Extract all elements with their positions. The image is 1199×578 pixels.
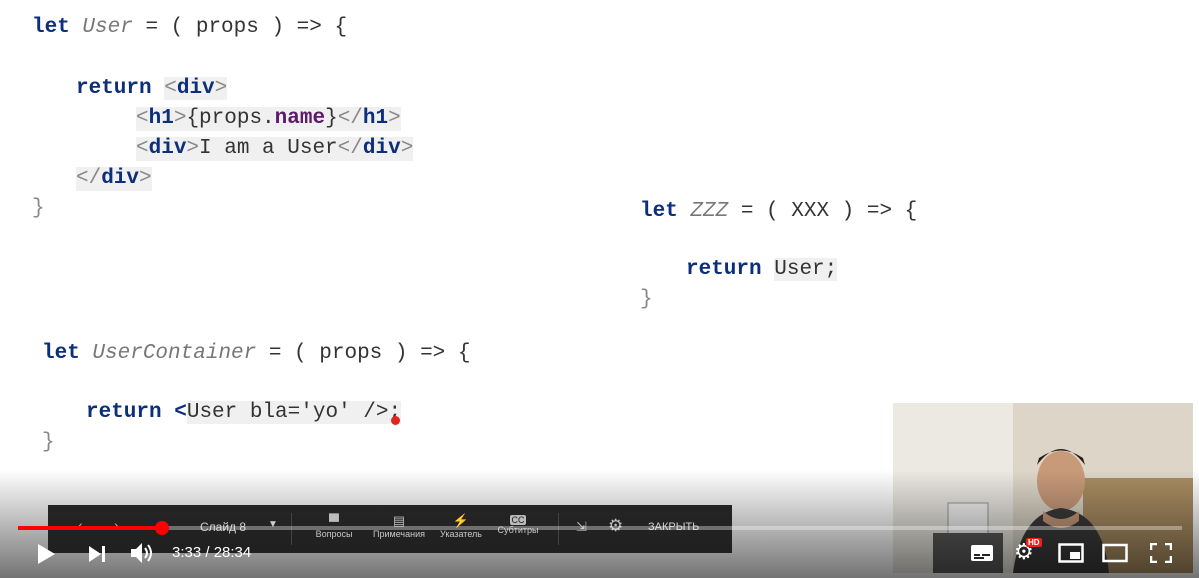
- function-name: User: [82, 16, 133, 39]
- keyword-let: let: [42, 342, 80, 365]
- progress-bar[interactable]: [18, 521, 1182, 535]
- subtitles-button[interactable]: CC Субтитры: [492, 513, 544, 535]
- signature: = ( XXX ) => {: [728, 200, 918, 223]
- miniplayer-icon[interactable]: [1058, 543, 1084, 563]
- keyword-let: let: [640, 200, 678, 223]
- keyword-return: return: [686, 258, 762, 281]
- jsx-open-div: <div>: [164, 77, 228, 100]
- function-name: ZZZ: [690, 200, 729, 223]
- code-user-line1: let User = ( props ) => {: [32, 16, 347, 40]
- function-name: UserContainer: [92, 342, 257, 365]
- next-slide-icon[interactable]: ›: [114, 517, 119, 533]
- pointer-dot: [391, 416, 400, 425]
- subtitles-icon[interactable]: [970, 544, 994, 562]
- code-user-div: <div>I am a User</div>: [136, 137, 414, 161]
- signature: = ( props ) => {: [256, 342, 471, 365]
- code-user-close-div: </div>: [76, 167, 152, 191]
- notes-label: Примечания: [373, 529, 425, 539]
- fullscreen-icon[interactable]: [1150, 543, 1172, 563]
- time-display: 3:33 / 28:34: [172, 544, 252, 561]
- keyword-return: return: [86, 401, 162, 424]
- volume-icon[interactable]: [130, 542, 156, 564]
- theater-mode-icon[interactable]: [1102, 543, 1128, 563]
- code-user-h1: <h1>{props.name}</h1>: [136, 107, 401, 131]
- code-uc-return: return <User bla='yo' />;: [86, 401, 402, 425]
- code-uc-close-brace: }: [42, 431, 55, 454]
- code-zzz-line1: let ZZZ = ( XXX ) => {: [640, 200, 917, 224]
- keyword-return: return: [76, 77, 152, 100]
- jsx-open-bracket: <: [174, 401, 187, 424]
- hd-badge: HD: [1026, 538, 1042, 547]
- play-icon[interactable]: [36, 543, 56, 565]
- progress-played: [18, 526, 163, 530]
- signature: = ( props ) => {: [132, 16, 348, 39]
- code-user-return: return <div>: [76, 77, 228, 101]
- keyword-let: let: [32, 16, 70, 39]
- return-value: User;: [774, 258, 838, 281]
- questions-label: Вопросы: [315, 529, 353, 539]
- next-icon[interactable]: [88, 545, 108, 563]
- code-zzz-close-brace: }: [640, 288, 653, 311]
- cc-icon: CC: [510, 515, 526, 525]
- code-uc-line1: let UserContainer = ( props ) => {: [42, 342, 471, 366]
- settings-button[interactable]: ⚙ HD: [1014, 538, 1044, 565]
- code-user-close-brace: }: [32, 197, 45, 220]
- pointer-label: Указатель: [440, 529, 482, 539]
- prev-slide-icon[interactable]: ‹: [78, 517, 83, 533]
- code-zzz-return: return User;: [686, 258, 838, 282]
- jsx-element: User bla='yo' />;: [186, 401, 402, 424]
